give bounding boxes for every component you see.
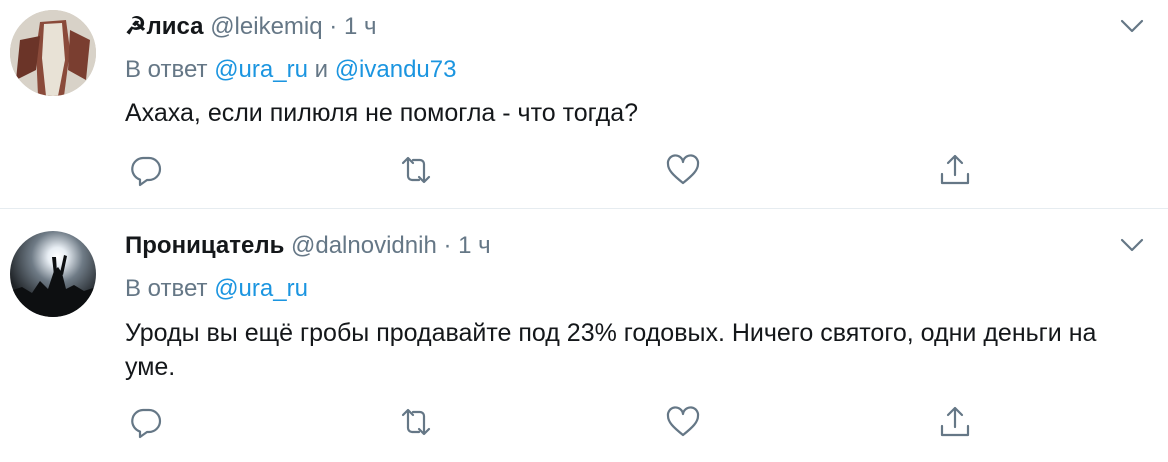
reply-icon[interactable] — [128, 404, 164, 440]
reply-prefix: В ответ — [125, 56, 208, 83]
timestamp[interactable]: 1 ч — [344, 13, 377, 40]
retweet-icon[interactable] — [398, 404, 434, 440]
like-icon[interactable] — [665, 152, 701, 188]
avatar[interactable] — [10, 231, 96, 317]
user-handle[interactable]: @leikemiq — [210, 13, 322, 40]
like-icon[interactable] — [665, 404, 701, 440]
mention-joiner: и — [314, 56, 329, 83]
tweet[interactable]: ☭лиса @leikemiq · 1 ч В ответ @ura_ru и … — [0, 0, 1168, 209]
mention-link[interactable]: @ivandu73 — [335, 56, 457, 83]
user-name[interactable]: ☭лиса — [125, 13, 204, 40]
user-name[interactable]: Проницатель — [125, 232, 284, 259]
mention-link[interactable]: @ura_ru — [214, 56, 308, 83]
tweet-header: ☭лиса @leikemiq · 1 ч — [125, 12, 376, 42]
mention-link[interactable]: @ura_ru — [214, 275, 308, 302]
tweet-header: Проницатель @dalnovidnih · 1 ч — [125, 231, 491, 261]
chevron-down-icon[interactable] — [1118, 16, 1146, 36]
reply-icon[interactable] — [128, 152, 164, 188]
share-icon[interactable] — [937, 404, 973, 440]
tweet[interactable]: Проницатель @dalnovidnih · 1 ч В ответ @… — [0, 209, 1168, 462]
tweet-text: Ахаха, если пилюля не помогла - что тогд… — [125, 99, 639, 127]
separator-dot: · — [329, 13, 338, 40]
chevron-down-icon[interactable] — [1118, 235, 1146, 255]
avatar[interactable] — [10, 10, 96, 96]
tweet-text: Уроды вы ещё гробы продавайте под 23% го… — [125, 319, 1097, 381]
share-icon[interactable] — [937, 152, 973, 188]
reply-context: В ответ @ura_ru и @ivandu73 — [125, 55, 456, 85]
timestamp[interactable]: 1 ч — [458, 232, 491, 259]
reply-prefix: В ответ — [125, 275, 208, 302]
retweet-icon[interactable] — [398, 152, 434, 188]
user-handle[interactable]: @dalnovidnih — [291, 232, 437, 259]
separator-dot: · — [443, 232, 452, 259]
reply-context: В ответ @ura_ru — [125, 274, 308, 304]
